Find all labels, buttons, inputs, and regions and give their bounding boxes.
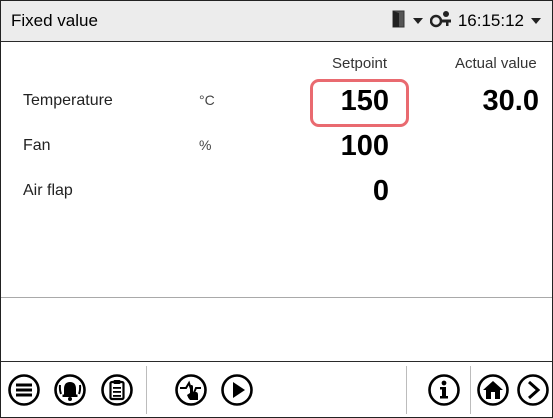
clipboard-icon[interactable] (100, 373, 134, 407)
fan-setpoint-value[interactable]: 100 (341, 130, 389, 163)
menu-icon[interactable] (7, 373, 41, 407)
controller-screen: Fixed value 16:15:12 Setpoint Actual val… (0, 0, 553, 418)
user-key-icon (429, 10, 452, 33)
next-icon[interactable] (516, 373, 550, 407)
status-area: 16:15:12 (392, 9, 542, 33)
temperature-unit: °C (199, 92, 215, 108)
page-title: Fixed value (11, 11, 98, 30)
setpoint-column-header: Setpoint (332, 55, 388, 72)
hand-touch-icon[interactable] (174, 373, 208, 407)
title-bar: Fixed value 16:15:12 (1, 1, 552, 42)
fan-unit: % (199, 137, 212, 153)
toolbar-separator (146, 366, 147, 414)
info-icon[interactable] (427, 373, 461, 407)
chevron-down-icon[interactable] (412, 11, 424, 31)
temperature-setpoint-value[interactable]: 150 (341, 85, 389, 118)
air-flap-setpoint-value[interactable]: 0 (373, 175, 389, 208)
door-icon (392, 10, 406, 33)
content-divider (1, 297, 552, 298)
alarm-icon[interactable] (53, 373, 87, 407)
home-icon[interactable] (476, 373, 510, 407)
toolbar-separator-right (406, 366, 407, 414)
temperature-actual-value: 30.0 (482, 85, 539, 117)
air-flap-label: Air flap (23, 182, 73, 199)
clock-time: 16:15:12 (457, 11, 524, 30)
temperature-label: Temperature (23, 92, 113, 109)
actual-value-column-header: Actual value (455, 55, 537, 72)
play-icon[interactable] (220, 373, 254, 407)
toolbar-separator-right-2 (470, 366, 471, 414)
fan-label: Fan (23, 137, 51, 154)
bottom-toolbar (1, 361, 552, 417)
time-dropdown-icon[interactable] (530, 11, 542, 31)
